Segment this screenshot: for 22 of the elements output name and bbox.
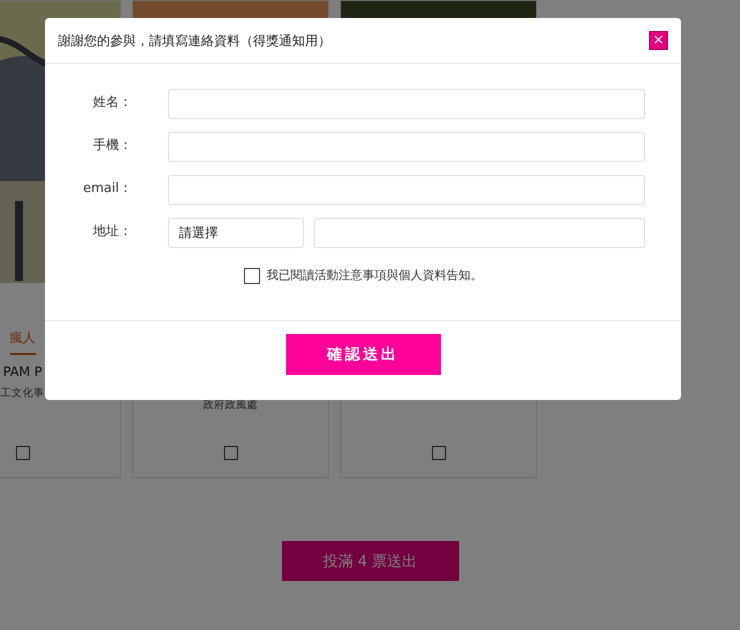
input-field[interactable] [168,89,645,119]
submit-votes-button[interactable]: 投滿 4 票送出 [282,541,458,581]
vote-checkbox[interactable] [432,446,446,460]
field-label: 手機： [92,137,132,154]
select-field[interactable]: 請選擇 [168,218,304,248]
vote-checkbox[interactable] [16,446,30,460]
input-field[interactable] [314,218,645,248]
close-button[interactable]: × [649,31,668,50]
card-organization: 政府政風處 [203,398,258,412]
input-field[interactable] [168,132,645,162]
card-organization: 工文化事 [0,386,44,400]
card-name: PAM P [2,365,42,380]
confirm-button[interactable]: 確認送出 [286,334,440,375]
input-field[interactable] [168,175,645,205]
consent-label: 我已閱讀活動注意事項與個人資料告知。 [266,267,482,284]
field-label: 姓名： [92,94,132,111]
field-label: email： [82,180,132,197]
vote-checkbox[interactable] [224,446,238,460]
dialog-title: 謝謝您的參與，請填寫連絡資料（得獎通知用） [58,32,331,50]
card-title: 瘋人 [10,329,36,355]
consent-checkbox[interactable] [244,268,260,284]
field-label: 地址： [92,223,132,240]
